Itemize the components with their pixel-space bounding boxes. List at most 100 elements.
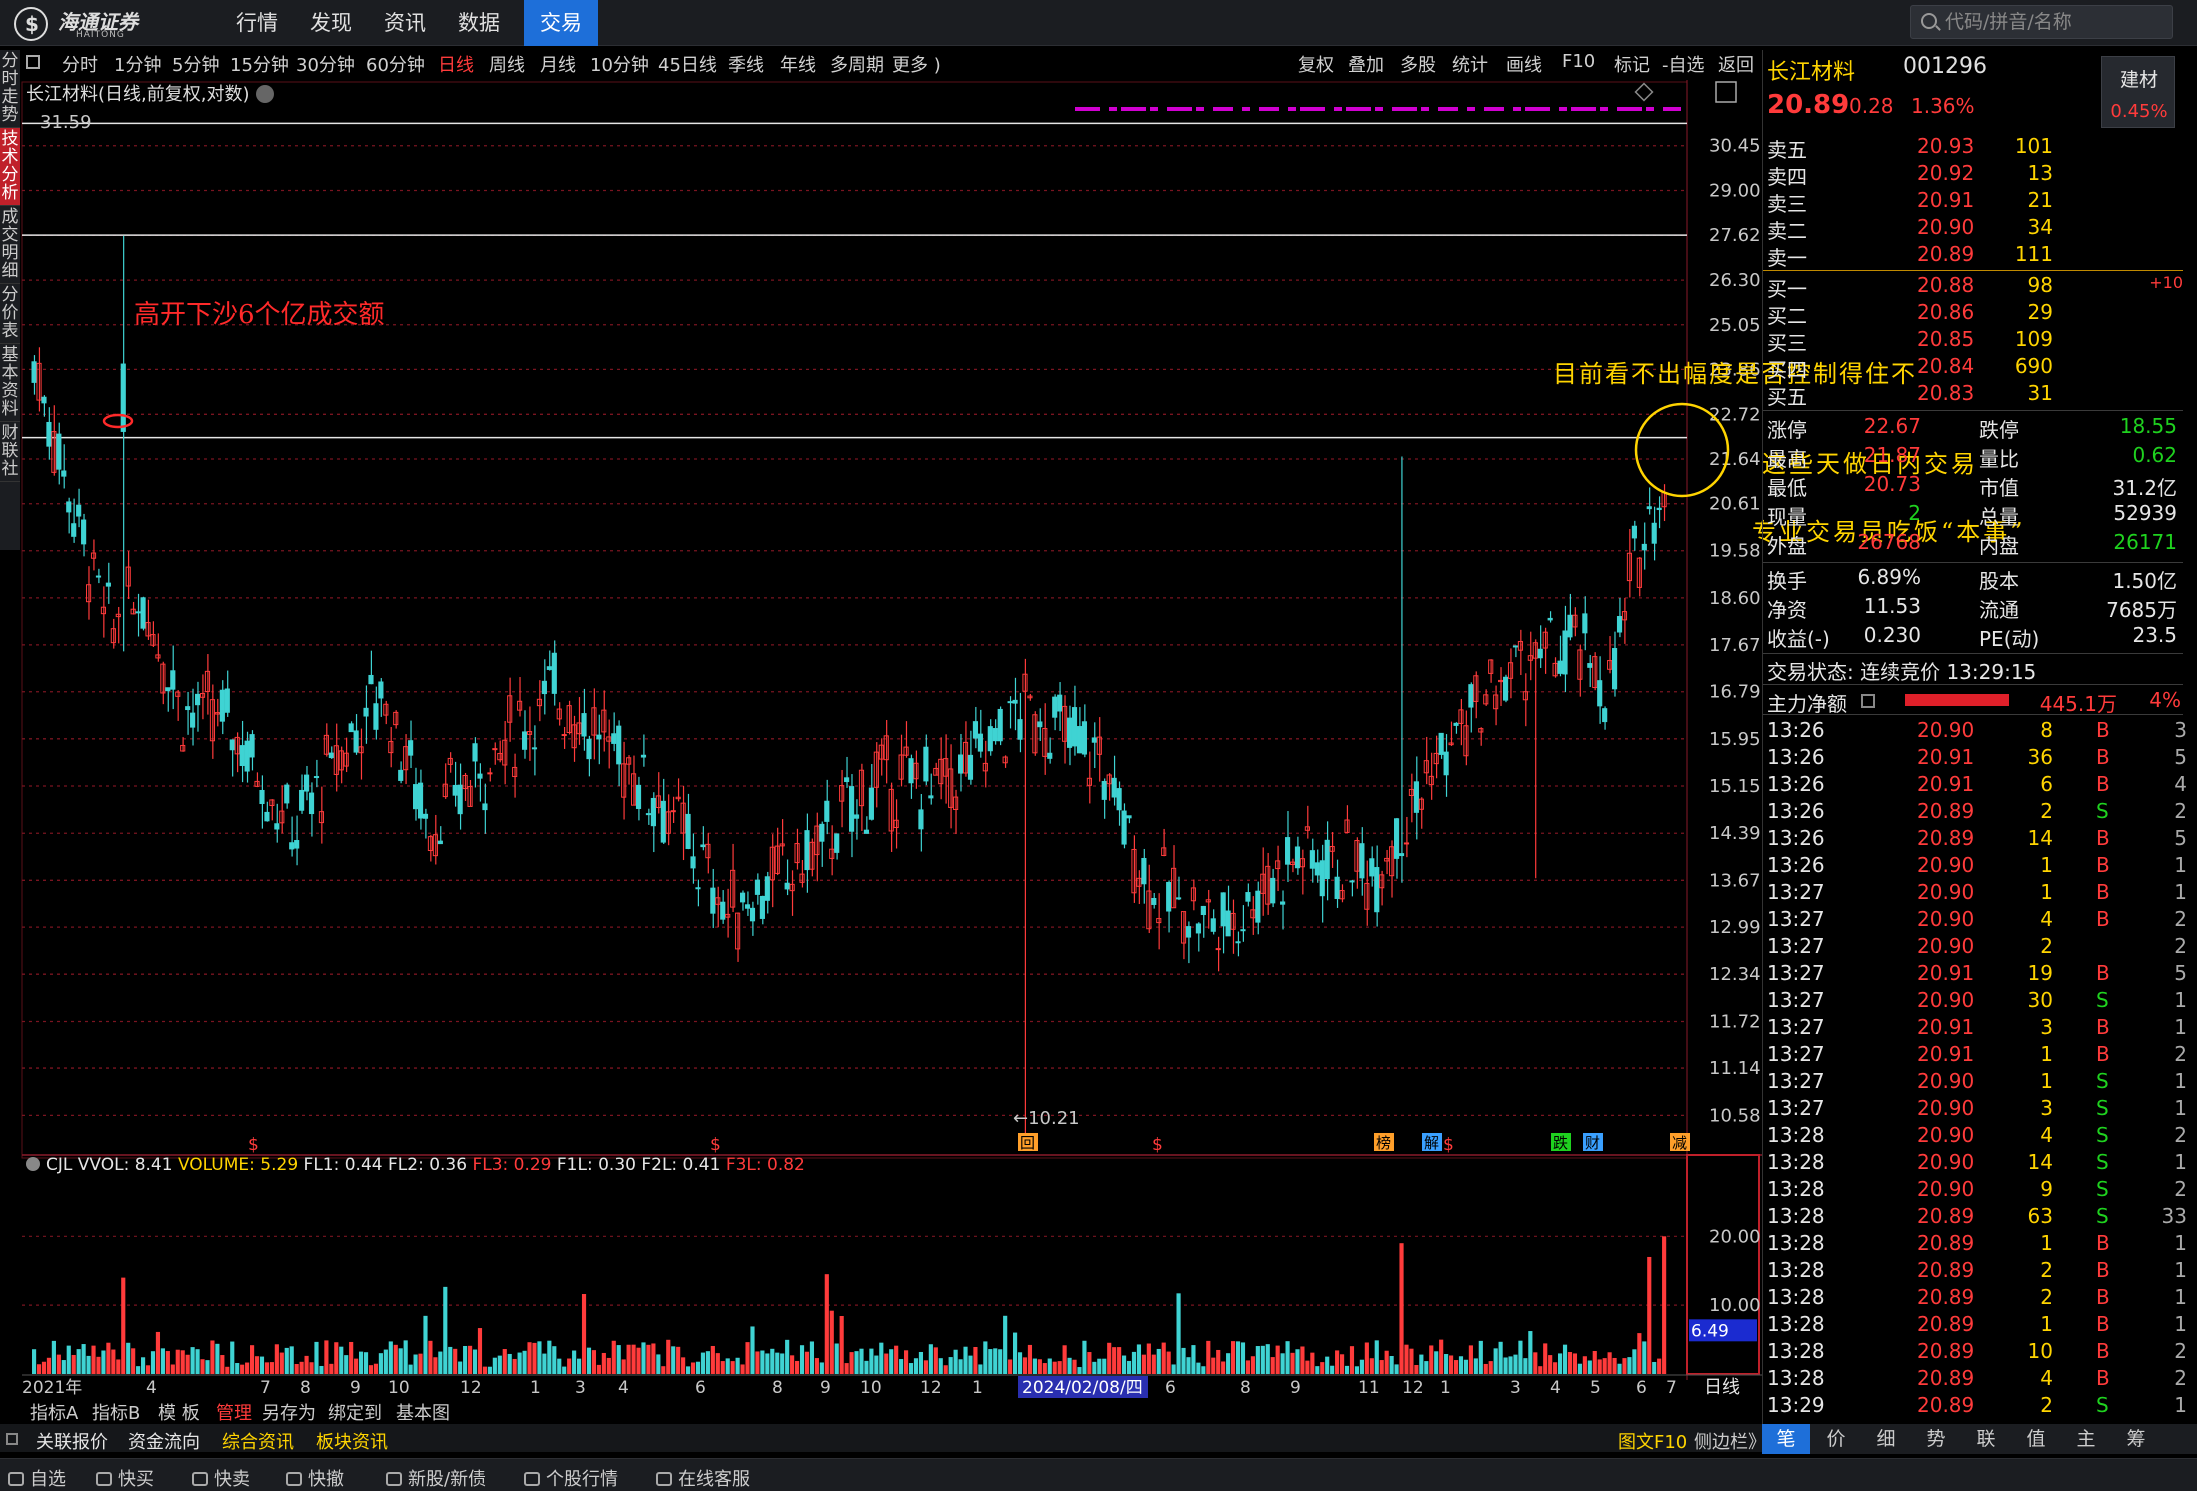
event-mark[interactable]: $	[1443, 1135, 1454, 1155]
tick-volume: 2	[2040, 1258, 2053, 1282]
candle-body	[284, 784, 290, 804]
volume-bar	[1419, 1354, 1424, 1374]
event-mark[interactable]: 解	[1424, 1134, 1439, 1152]
date-label: 8	[300, 1378, 311, 1398]
f10-link[interactable]: 图文F10	[1618, 1428, 1687, 1454]
tick-side: S	[2096, 1069, 2109, 1093]
status-6[interactable]: 在线客服	[656, 1465, 750, 1491]
quote-tab-5[interactable]: 值	[2012, 1424, 2060, 1454]
volume-bar	[557, 1358, 562, 1374]
price-label: 11.14	[1709, 1058, 1761, 1079]
tick-row: 13:26 20.91 6 B 4	[1763, 772, 2187, 799]
tick-volume: 1	[2040, 1231, 2053, 1255]
candle-body	[824, 800, 830, 822]
quote-tab-1[interactable]: 价	[1812, 1424, 1860, 1454]
sector-badge[interactable]: 建材 0.45%	[2101, 56, 2175, 128]
news-tab-1[interactable]: 资金流向	[128, 1428, 200, 1454]
volume-bar	[71, 1354, 76, 1374]
event-mark[interactable]: 回	[1020, 1134, 1035, 1152]
event-mark[interactable]: 减	[1672, 1134, 1687, 1152]
volume-bar	[651, 1343, 656, 1374]
indicator-tab-1[interactable]: 指标B	[92, 1399, 140, 1425]
stock-name[interactable]: 长江材料	[1767, 54, 1855, 86]
event-mark[interactable]: 跌	[1553, 1134, 1568, 1152]
sidebar-toggle[interactable]: 侧边栏》	[1694, 1428, 1766, 1454]
event-mark[interactable]: $	[710, 1135, 721, 1155]
stat-row: 最高 21.87 量比 0.62	[1763, 443, 2183, 472]
signal-mark	[1600, 107, 1608, 111]
bid-row[interactable]: 买三 20.85 109	[1763, 327, 2183, 355]
event-mark[interactable]: 财	[1585, 1134, 1600, 1152]
panel-toggle-icon[interactable]	[6, 1433, 18, 1445]
volume-bar	[448, 1346, 453, 1374]
event-mark[interactable]: 榜	[1376, 1134, 1391, 1152]
volume-bar	[720, 1361, 725, 1374]
volume-bar	[1122, 1355, 1127, 1374]
volume-bar	[1627, 1357, 1632, 1374]
status-5[interactable]: 个股行情	[524, 1465, 618, 1491]
volume-bar	[1017, 1352, 1023, 1374]
tick-volume: 1	[2040, 880, 2053, 904]
status-3[interactable]: 快撤	[286, 1465, 344, 1491]
candle-body	[749, 907, 756, 922]
indicator-tab-3[interactable]: 管理	[216, 1399, 252, 1425]
status-4[interactable]: 新股/新债	[386, 1465, 486, 1491]
signal-mark	[1421, 107, 1429, 111]
price-label: 10.58	[1709, 1105, 1761, 1126]
search-input[interactable]	[1945, 10, 2165, 34]
bid-row[interactable]: 买四 20.84 690	[1763, 354, 2183, 382]
volume-bar	[1245, 1360, 1251, 1374]
bid-row[interactable]: 买一 20.88 98 +10	[1763, 273, 2183, 301]
ask-row[interactable]: 卖四 20.92 13	[1763, 161, 2183, 189]
date-label: 1	[530, 1378, 541, 1398]
news-tab-2[interactable]: 综合资讯	[222, 1428, 294, 1454]
ask-row[interactable]: 卖二 20.90 34	[1763, 215, 2183, 243]
quote-tab-3[interactable]: 势	[1912, 1424, 1960, 1454]
candle-body	[754, 879, 761, 895]
event-mark[interactable]: $	[248, 1135, 259, 1155]
chart-canvas[interactable]: 30.4529.0027.6226.3025.0523.8622.7221.64…	[0, 0, 1762, 1400]
status-1[interactable]: 快买	[96, 1465, 154, 1491]
ask-row[interactable]: 卖三 20.91 21	[1763, 188, 2183, 216]
ask-row[interactable]: 卖一 20.89 111	[1763, 242, 2183, 270]
volume-bar	[725, 1358, 730, 1374]
candle-body	[41, 396, 47, 404]
main-flow[interactable]: 主力净额 445.1万 4%	[1763, 688, 2183, 716]
volume-bar	[185, 1354, 190, 1374]
bid-row[interactable]: 买五 20.83 31	[1763, 381, 2183, 409]
event-mark[interactable]: $	[1152, 1135, 1163, 1155]
indicator-tab-0[interactable]: 指标A	[30, 1399, 78, 1425]
window-toggle-icon[interactable]	[1715, 81, 1737, 103]
date-label: 8	[772, 1378, 783, 1398]
candle-body	[710, 887, 716, 914]
news-tab-0[interactable]: 关联报价	[36, 1428, 108, 1454]
bid-row[interactable]: 买二 20.86 29	[1763, 300, 2183, 328]
volume-bar	[522, 1350, 527, 1374]
news-tab-3[interactable]: 板块资讯	[316, 1428, 388, 1454]
ask-row[interactable]: 卖五 20.93 101	[1763, 134, 2183, 162]
chevron-down-icon[interactable]	[26, 1157, 40, 1171]
status-2[interactable]: 快卖	[192, 1465, 250, 1491]
volume-bar	[993, 1348, 998, 1374]
quote-tab-4[interactable]: 联	[1962, 1424, 2010, 1454]
tick-side: B	[2096, 826, 2110, 850]
quote-tab-7[interactable]: 筹	[2112, 1424, 2160, 1454]
date-label: 10	[860, 1378, 882, 1398]
candle-body	[413, 784, 419, 810]
candle-body	[264, 811, 270, 822]
indicator-tab-5[interactable]: 绑定到	[328, 1399, 382, 1425]
volume-bar	[1404, 1344, 1409, 1374]
quote-tab-0[interactable]: 笔	[1762, 1424, 1810, 1454]
quote-tab-6[interactable]: 主	[2062, 1424, 2110, 1454]
tick-count: 1	[2174, 1312, 2187, 1336]
indicator-tab-2[interactable]: 模 板	[158, 1399, 200, 1425]
indicator-tab-6[interactable]: 基本图	[396, 1399, 450, 1425]
search-box[interactable]	[1910, 5, 2173, 39]
volume-bar	[1057, 1361, 1062, 1374]
indicator-tab-4[interactable]: 另存为	[262, 1399, 316, 1425]
quote-tab-2[interactable]: 细	[1862, 1424, 1910, 1454]
tick-count: 2	[2174, 934, 2187, 958]
status-0[interactable]: 自选	[8, 1465, 66, 1491]
volume-bar	[1468, 1345, 1473, 1374]
diamond-icon[interactable]	[1634, 82, 1654, 102]
